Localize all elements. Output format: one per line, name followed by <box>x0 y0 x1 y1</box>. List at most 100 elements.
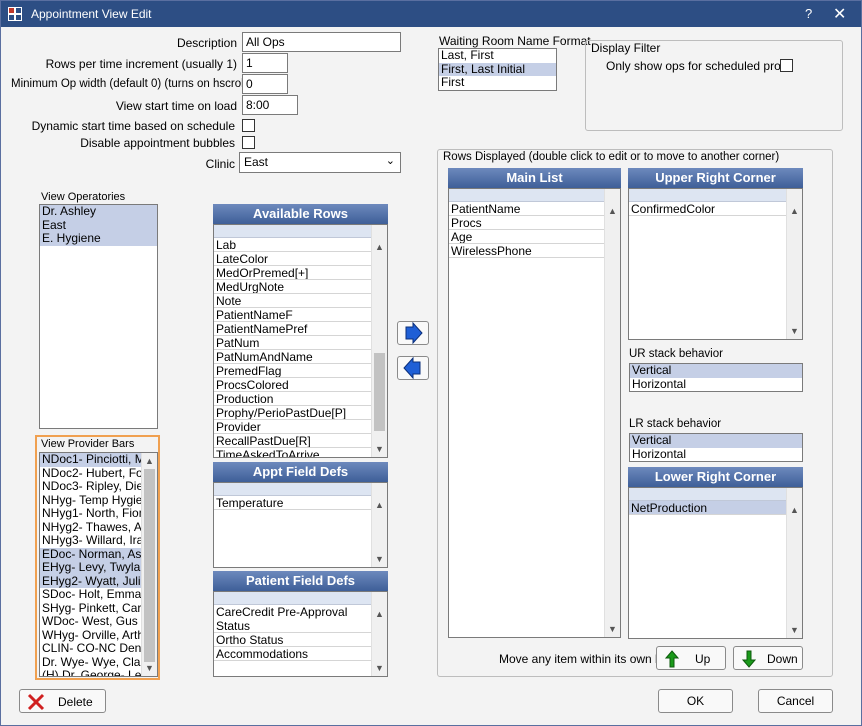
provider-bar-item[interactable]: NHyg- Temp Hygien <box>40 494 141 508</box>
scroll-down-icon[interactable]: ▼ <box>142 660 157 676</box>
upper-right-grid[interactable]: ConfirmedColor ▲ ▼ <box>628 188 803 340</box>
clinic-select[interactable]: East ⌄ <box>239 152 401 173</box>
move-right-button[interactable] <box>397 321 429 345</box>
scroll-up-icon[interactable]: ▲ <box>605 203 620 219</box>
provider-bar-item[interactable]: NDoc2- Hubert, Fora <box>40 467 141 481</box>
available-row-item[interactable]: PatNum <box>214 336 371 350</box>
scroll-thumb[interactable] <box>144 469 155 662</box>
patient-field-def-row[interactable]: CareCredit Pre-Approval Status <box>214 605 371 633</box>
provider-bar-item[interactable]: EHyg- Levy, Twyla <box>40 561 141 575</box>
available-row-item[interactable]: LateColor <box>214 252 371 266</box>
up-button[interactable]: Up <box>656 646 726 670</box>
patient-field-def-row[interactable]: Ortho Status <box>214 633 371 647</box>
provider-bar-item[interactable]: SHyg- Pinkett, Cari <box>40 602 141 616</box>
lower-right-row[interactable]: NetProduction <box>629 501 786 515</box>
appt-field-defs-grid[interactable]: Temperature ▲ ▼ <box>213 482 388 568</box>
main-list-row[interactable]: WirelessPhone <box>449 244 604 258</box>
close-button[interactable]: ✕ <box>833 4 846 24</box>
available-row-item[interactable]: PatientNameF <box>214 308 371 322</box>
scroll-up-icon[interactable]: ▲ <box>142 453 157 469</box>
available-rows-grid[interactable]: Lab LateColor MedOrPremed[+] MedUrgNote Note… <box>213 224 388 458</box>
lr-stack-option[interactable]: Vertical <box>630 434 802 448</box>
appt-field-defs-scrollbar[interactable]: ▲ ▼ <box>371 483 387 567</box>
provider-bar-item[interactable]: NDoc3- Ripley, Dien <box>40 480 141 494</box>
scroll-down-icon[interactable]: ▼ <box>787 622 802 638</box>
available-row-item[interactable]: ProcsColored <box>214 378 371 392</box>
patient-field-def-row[interactable]: Accommodations <box>214 647 371 661</box>
scroll-up-icon[interactable]: ▲ <box>372 497 387 513</box>
lr-stack-option[interactable]: Horizontal <box>630 448 802 462</box>
operatory-item[interactable]: E. Hygiene <box>40 232 157 246</box>
patient-field-defs-scrollbar[interactable]: ▲ ▼ <box>371 592 387 676</box>
delete-button[interactable]: Delete <box>19 689 106 713</box>
main-list-row[interactable]: Age <box>449 230 604 244</box>
scroll-up-icon[interactable]: ▲ <box>787 203 802 219</box>
scroll-up-icon[interactable]: ▲ <box>787 502 802 518</box>
waiting-room-list[interactable]: Last, First First, Last Initial First <box>438 48 557 91</box>
scroll-down-icon[interactable]: ▼ <box>372 441 387 457</box>
rows-increment-input[interactable]: 1 <box>242 53 288 73</box>
upper-right-row[interactable]: ConfirmedColor <box>629 202 786 216</box>
waiting-room-option[interactable]: First <box>439 76 556 90</box>
provider-bar-item[interactable]: (H) Dr. George- Lex <box>40 669 141 676</box>
view-start-input[interactable]: 8:00 <box>242 95 298 115</box>
provider-bar-item[interactable]: SDoc- Holt, Emma <box>40 588 141 602</box>
provider-bar-item[interactable]: NDoc1- Pinciotti, Ma <box>40 453 141 467</box>
available-row-item[interactable]: PatNumAndName <box>214 350 371 364</box>
scroll-down-icon[interactable]: ▼ <box>372 660 387 676</box>
ok-button[interactable]: OK <box>658 689 733 713</box>
only-scheduled-checkbox[interactable] <box>780 59 793 72</box>
available-row-item[interactable]: Provider <box>214 420 371 434</box>
disable-bubbles-checkbox[interactable] <box>242 136 255 149</box>
main-list-row[interactable]: PatientName <box>449 202 604 216</box>
view-provider-bars-list[interactable]: NDoc1- Pinciotti, MaNDoc2- Hubert, ForaN… <box>39 452 158 677</box>
available-row-item[interactable]: Lab <box>214 238 371 252</box>
available-row-item[interactable]: TimeAskedToArrive <box>214 448 371 457</box>
appt-field-def-row[interactable]: Temperature <box>214 496 371 510</box>
provider-bar-item[interactable]: EDoc- Norman, Ash <box>40 547 141 561</box>
lower-right-grid[interactable]: NetProduction ▲ ▼ <box>628 487 803 639</box>
move-left-button[interactable] <box>397 356 429 380</box>
ur-stack-option[interactable]: Vertical <box>630 364 802 378</box>
available-row-item[interactable]: Note <box>214 294 371 308</box>
scroll-down-icon[interactable]: ▼ <box>605 621 620 637</box>
ur-stack-option[interactable]: Horizontal <box>630 378 802 392</box>
scroll-down-icon[interactable]: ▼ <box>787 323 802 339</box>
description-input[interactable]: All Ops <box>242 32 401 52</box>
provider-bar-item[interactable]: WHyg- Orville, Arth <box>40 629 141 643</box>
lower-right-scrollbar[interactable]: ▲ ▼ <box>786 488 802 638</box>
lr-stack-list[interactable]: Vertical Horizontal <box>629 433 803 462</box>
available-rows-scrollbar[interactable]: ▲ ▼ <box>371 225 387 457</box>
dynamic-start-checkbox[interactable] <box>242 119 255 132</box>
main-list-scrollbar[interactable]: ▲ ▼ <box>604 189 620 637</box>
available-row-item[interactable]: MedUrgNote <box>214 280 371 294</box>
view-operatories-list[interactable]: Dr. Ashley East E. Hygiene <box>39 204 158 429</box>
scroll-down-icon[interactable]: ▼ <box>372 551 387 567</box>
help-button[interactable]: ? <box>805 6 812 21</box>
main-list-grid[interactable]: PatientName Procs Age WirelessPhone ▲ ▼ <box>448 188 621 638</box>
cancel-button[interactable]: Cancel <box>758 689 833 713</box>
provider-bar-item[interactable]: WDoc- West, Gus <box>40 615 141 629</box>
provider-bar-item[interactable]: NHyg1- North, Fiona <box>40 507 141 521</box>
available-row-item[interactable]: MedOrPremed[+] <box>214 266 371 280</box>
down-button[interactable]: Down <box>733 646 803 670</box>
provider-bars-scrollbar[interactable]: ▲ ▼ <box>141 453 157 676</box>
operatory-item[interactable]: East <box>40 218 157 232</box>
ur-stack-list[interactable]: Vertical Horizontal <box>629 363 803 392</box>
available-row-item[interactable]: PatientNamePref <box>214 322 371 336</box>
provider-bar-item[interactable]: Dr. Wye- Wye, Clara <box>40 656 141 670</box>
scroll-thumb[interactable] <box>374 353 385 431</box>
provider-bar-item[interactable]: NHyg3- Willard, Ira <box>40 534 141 548</box>
patient-field-defs-grid[interactable]: CareCredit Pre-Approval Status Ortho Sta… <box>213 591 388 677</box>
scroll-up-icon[interactable]: ▲ <box>372 606 387 622</box>
waiting-room-option[interactable]: First, Last Initial <box>439 62 556 76</box>
upper-right-scrollbar[interactable]: ▲ ▼ <box>786 189 802 339</box>
operatory-item[interactable]: Dr. Ashley <box>40 205 157 219</box>
available-row-item[interactable]: Production <box>214 392 371 406</box>
scroll-up-icon[interactable]: ▲ <box>372 239 387 255</box>
available-row-item[interactable]: Prophy/PerioPastDue[P] <box>214 406 371 420</box>
provider-bar-item[interactable]: CLIN- CO-NC Denta <box>40 642 141 656</box>
main-list-row[interactable]: Procs <box>449 216 604 230</box>
provider-bar-item[interactable]: NHyg2- Thawes, Ad <box>40 521 141 535</box>
waiting-room-option[interactable]: Last, First <box>439 49 556 63</box>
